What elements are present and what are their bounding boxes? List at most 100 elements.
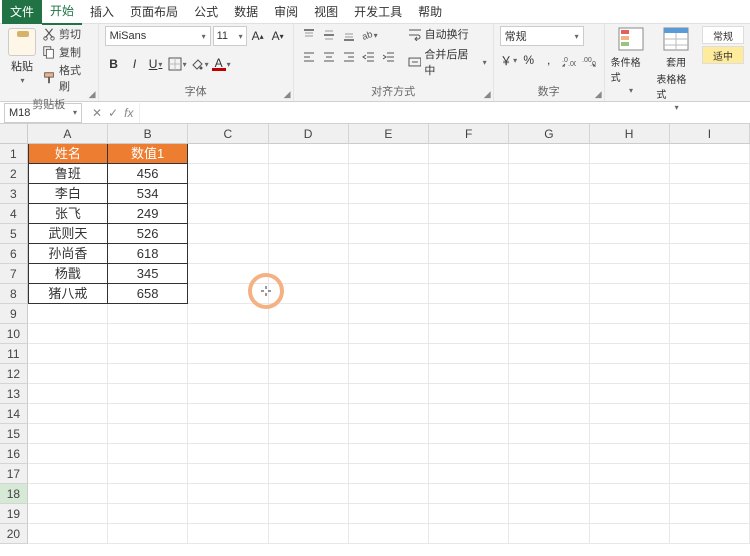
cell-E18[interactable] xyxy=(349,484,429,504)
paste-button[interactable]: 粘贴 ▾ xyxy=(6,26,38,87)
cell-H12[interactable] xyxy=(590,364,670,384)
style-good[interactable]: 适中 xyxy=(702,46,744,64)
cell-G11[interactable] xyxy=(509,344,589,364)
cell-E3[interactable] xyxy=(349,184,429,204)
column-header-A[interactable]: A xyxy=(28,124,108,144)
row-header-11[interactable]: 11 xyxy=(0,344,28,364)
cell-D9[interactable] xyxy=(269,304,349,324)
column-header-E[interactable]: E xyxy=(349,124,429,144)
cell-H17[interactable] xyxy=(590,464,670,484)
font-name-select[interactable]: MiSans▾ xyxy=(105,26,211,46)
fx-icon[interactable]: fx xyxy=(124,106,133,120)
cell-E19[interactable] xyxy=(349,504,429,524)
cut-button[interactable]: 剪切 xyxy=(42,26,92,42)
cell-A18[interactable] xyxy=(28,484,108,504)
cell-A2[interactable]: 鲁班 xyxy=(28,164,108,184)
cell-I20[interactable] xyxy=(670,524,750,544)
cell-D16[interactable] xyxy=(269,444,349,464)
cell-F2[interactable] xyxy=(429,164,509,184)
cell-B13[interactable] xyxy=(108,384,188,404)
cell-F14[interactable] xyxy=(429,404,509,424)
row-header-7[interactable]: 7 xyxy=(0,264,28,284)
cell-D19[interactable] xyxy=(269,504,349,524)
cell-E7[interactable] xyxy=(349,264,429,284)
increase-indent-button[interactable] xyxy=(380,48,398,66)
row-header-9[interactable]: 9 xyxy=(0,304,28,324)
column-header-H[interactable]: H xyxy=(590,124,670,144)
cell-B5[interactable]: 526 xyxy=(108,224,188,244)
fill-color-button[interactable]: ▾ xyxy=(190,54,209,74)
number-format-select[interactable]: 常规▾ xyxy=(500,26,584,46)
cell-H14[interactable] xyxy=(590,404,670,424)
cell-H19[interactable] xyxy=(590,504,670,524)
copy-button[interactable]: 复制 xyxy=(42,44,92,60)
cell-C9[interactable] xyxy=(188,304,268,324)
cell-I2[interactable] xyxy=(670,164,750,184)
currency-button[interactable]: ￥▾ xyxy=(500,50,518,70)
comma-button[interactable]: , xyxy=(540,50,558,70)
cell-C1[interactable] xyxy=(188,144,268,164)
row-header-10[interactable]: 10 xyxy=(0,324,28,344)
cell-E10[interactable] xyxy=(349,324,429,344)
cell-F17[interactable] xyxy=(429,464,509,484)
cell-I11[interactable] xyxy=(670,344,750,364)
cell-D2[interactable] xyxy=(269,164,349,184)
cell-G8[interactable] xyxy=(509,284,589,304)
cell-A19[interactable] xyxy=(28,504,108,524)
orientation-button[interactable]: ab▾ xyxy=(360,26,378,44)
cell-G18[interactable] xyxy=(509,484,589,504)
column-header-F[interactable]: F xyxy=(429,124,509,144)
cell-E14[interactable] xyxy=(349,404,429,424)
menu-formulas[interactable]: 公式 xyxy=(186,0,226,24)
cell-G7[interactable] xyxy=(509,264,589,284)
cell-E6[interactable] xyxy=(349,244,429,264)
cell-F19[interactable] xyxy=(429,504,509,524)
align-center-button[interactable] xyxy=(320,48,338,66)
cell-C12[interactable] xyxy=(188,364,268,384)
cell-H8[interactable] xyxy=(590,284,670,304)
cell-D13[interactable] xyxy=(269,384,349,404)
cell-C3[interactable] xyxy=(188,184,268,204)
merge-center-button[interactable]: 合并后居中▾ xyxy=(408,46,487,78)
row-header-14[interactable]: 14 xyxy=(0,404,28,424)
menu-review[interactable]: 审阅 xyxy=(266,0,306,24)
cell-F10[interactable] xyxy=(429,324,509,344)
cell-F15[interactable] xyxy=(429,424,509,444)
cell-D12[interactable] xyxy=(269,364,349,384)
cell-H11[interactable] xyxy=(590,344,670,364)
cell-B18[interactable] xyxy=(108,484,188,504)
cell-H5[interactable] xyxy=(590,224,670,244)
cell-A6[interactable]: 孙尚香 xyxy=(28,244,108,264)
cell-I14[interactable] xyxy=(670,404,750,424)
cell-B16[interactable] xyxy=(108,444,188,464)
row-header-17[interactable]: 17 xyxy=(0,464,28,484)
cell-I8[interactable] xyxy=(670,284,750,304)
cell-G1[interactable] xyxy=(509,144,589,164)
cell-I12[interactable] xyxy=(670,364,750,384)
cell-A7[interactable]: 杨戬 xyxy=(28,264,108,284)
cell-H4[interactable] xyxy=(590,204,670,224)
cell-C18[interactable] xyxy=(188,484,268,504)
cell-B20[interactable] xyxy=(108,524,188,544)
cell-C20[interactable] xyxy=(188,524,268,544)
cell-H18[interactable] xyxy=(590,484,670,504)
cell-H2[interactable] xyxy=(590,164,670,184)
cell-E12[interactable] xyxy=(349,364,429,384)
row-header-12[interactable]: 12 xyxy=(0,364,28,384)
cell-F11[interactable] xyxy=(429,344,509,364)
cell-A11[interactable] xyxy=(28,344,108,364)
cell-D15[interactable] xyxy=(269,424,349,444)
cell-F6[interactable] xyxy=(429,244,509,264)
column-header-G[interactable]: G xyxy=(509,124,589,144)
cell-A20[interactable] xyxy=(28,524,108,544)
cell-E4[interactable] xyxy=(349,204,429,224)
row-header-4[interactable]: 4 xyxy=(0,204,28,224)
cell-G6[interactable] xyxy=(509,244,589,264)
cell-E5[interactable] xyxy=(349,224,429,244)
cell-E2[interactable] xyxy=(349,164,429,184)
menu-data[interactable]: 数据 xyxy=(226,0,266,24)
align-top-button[interactable] xyxy=(300,26,318,44)
cell-H15[interactable] xyxy=(590,424,670,444)
cell-G15[interactable] xyxy=(509,424,589,444)
cell-F16[interactable] xyxy=(429,444,509,464)
